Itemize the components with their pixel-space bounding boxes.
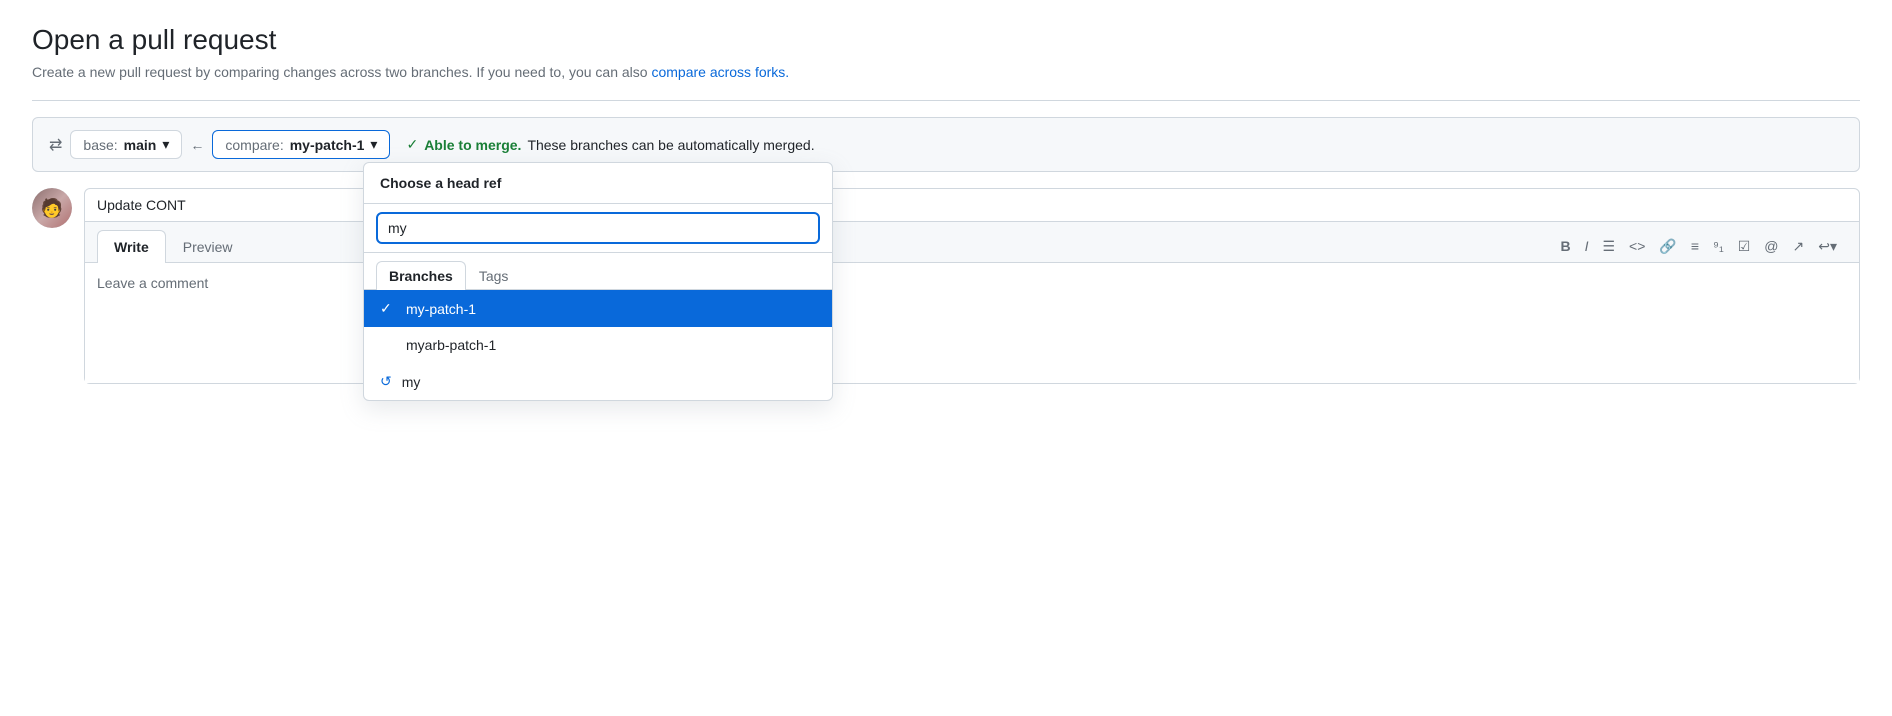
comment-placeholder: Leave a comment <box>97 275 208 291</box>
pr-form-area: 🧑 Write Preview B I ☰ <> 🔗 ≡ ⁹₁ ☑ @ ↗ ↩▾ <box>32 188 1860 384</box>
head-ref-dropdown: Choose a head ref my Branches Tags ✓ my-… <box>363 162 833 401</box>
avatar-image: 🧑 <box>32 188 72 228</box>
italic-icon[interactable]: I <box>1583 236 1591 256</box>
task-list-icon[interactable]: ☑ <box>1736 236 1753 257</box>
bullet-list-icon[interactable]: ≡ <box>1689 236 1701 256</box>
base-branch-name: main <box>124 137 157 153</box>
divider <box>32 100 1860 101</box>
subtitle-text: Create a new pull request by comparing c… <box>32 64 648 80</box>
heading-icon[interactable]: ☰ <box>1600 236 1617 257</box>
dropdown-search-input[interactable]: my <box>376 212 820 244</box>
compare-chevron-icon: ▾ <box>370 136 377 153</box>
user-avatar: 🧑 <box>32 188 72 228</box>
compare-label: compare: <box>225 137 283 153</box>
dropdown-tab-tags[interactable]: Tags <box>466 261 522 290</box>
pr-title-input[interactable] <box>97 197 1847 213</box>
link-icon[interactable]: 🔗 <box>1657 236 1678 257</box>
base-branch-button[interactable]: base: main ▾ <box>70 130 182 159</box>
history-icon: ↺ <box>380 373 392 390</box>
dropdown-search-container: my <box>364 204 832 253</box>
title-input-container <box>85 189 1859 222</box>
code-icon[interactable]: <> <box>1627 236 1647 256</box>
merge-status-bold: Able to merge. <box>424 137 521 153</box>
dropdown-tab-branches[interactable]: Branches <box>376 261 466 290</box>
dropdown-list: ✓ my-patch-1 myarb-patch-1 ↺ my <box>364 290 832 400</box>
mention-icon[interactable]: @ <box>1762 236 1780 256</box>
compare-branch-button[interactable]: compare: my-patch-1 ▾ <box>212 130 390 159</box>
pr-form: Write Preview B I ☰ <> 🔗 ≡ ⁹₁ ☑ @ ↗ ↩▾ L… <box>84 188 1860 384</box>
history-item-label: my <box>402 374 421 390</box>
branch-item-label: myarb-patch-1 <box>406 337 496 353</box>
page-title: Open a pull request <box>32 24 1860 56</box>
merge-check-icon: ✓ <box>406 136 418 153</box>
page-subtitle: Create a new pull request by comparing c… <box>32 64 1860 80</box>
tab-preview[interactable]: Preview <box>166 230 250 263</box>
ref-icon[interactable]: ↗ <box>1791 236 1807 257</box>
editor-toolbar: B I ☰ <> 🔗 ≡ ⁹₁ ☑ @ ↗ ↩▾ <box>1558 236 1847 257</box>
comment-area[interactable]: Leave a comment <box>85 263 1859 383</box>
numbered-list-icon[interactable]: ⁹₁ <box>1711 236 1726 256</box>
dropdown-title: Choose a head ref <box>364 163 832 204</box>
tab-write[interactable]: Write <box>97 230 166 263</box>
editor-tabs-bar: Write Preview B I ☰ <> 🔗 ≡ ⁹₁ ☑ @ ↗ ↩▾ <box>85 222 1859 263</box>
merge-status-text: These branches can be automatically merg… <box>527 137 814 153</box>
merge-status: ✓ Able to merge. These branches can be a… <box>406 136 814 153</box>
dropdown-item-myarb-patch-1[interactable]: myarb-patch-1 <box>364 327 832 363</box>
more-icon[interactable]: ↩▾ <box>1816 236 1839 257</box>
base-label: base: <box>83 137 117 153</box>
dropdown-item-my-history[interactable]: ↺ my <box>364 363 832 400</box>
dropdown-tabs-bar: Branches Tags <box>364 253 832 290</box>
branch-item-label: my-patch-1 <box>406 301 476 317</box>
base-chevron-icon: ▾ <box>162 136 169 153</box>
arrow-icon: ← <box>190 137 204 153</box>
compare-forks-link[interactable]: compare across forks. <box>651 64 789 80</box>
branch-bar: ⇄ base: main ▾ ← compare: my-patch-1 ▾ ✓… <box>32 117 1860 172</box>
compare-branch-name: my-patch-1 <box>290 137 365 153</box>
compare-icon: ⇄ <box>49 135 62 155</box>
bold-icon[interactable]: B <box>1558 236 1572 256</box>
dropdown-item-my-patch-1[interactable]: ✓ my-patch-1 <box>364 290 832 327</box>
selected-check-icon: ✓ <box>380 300 396 317</box>
